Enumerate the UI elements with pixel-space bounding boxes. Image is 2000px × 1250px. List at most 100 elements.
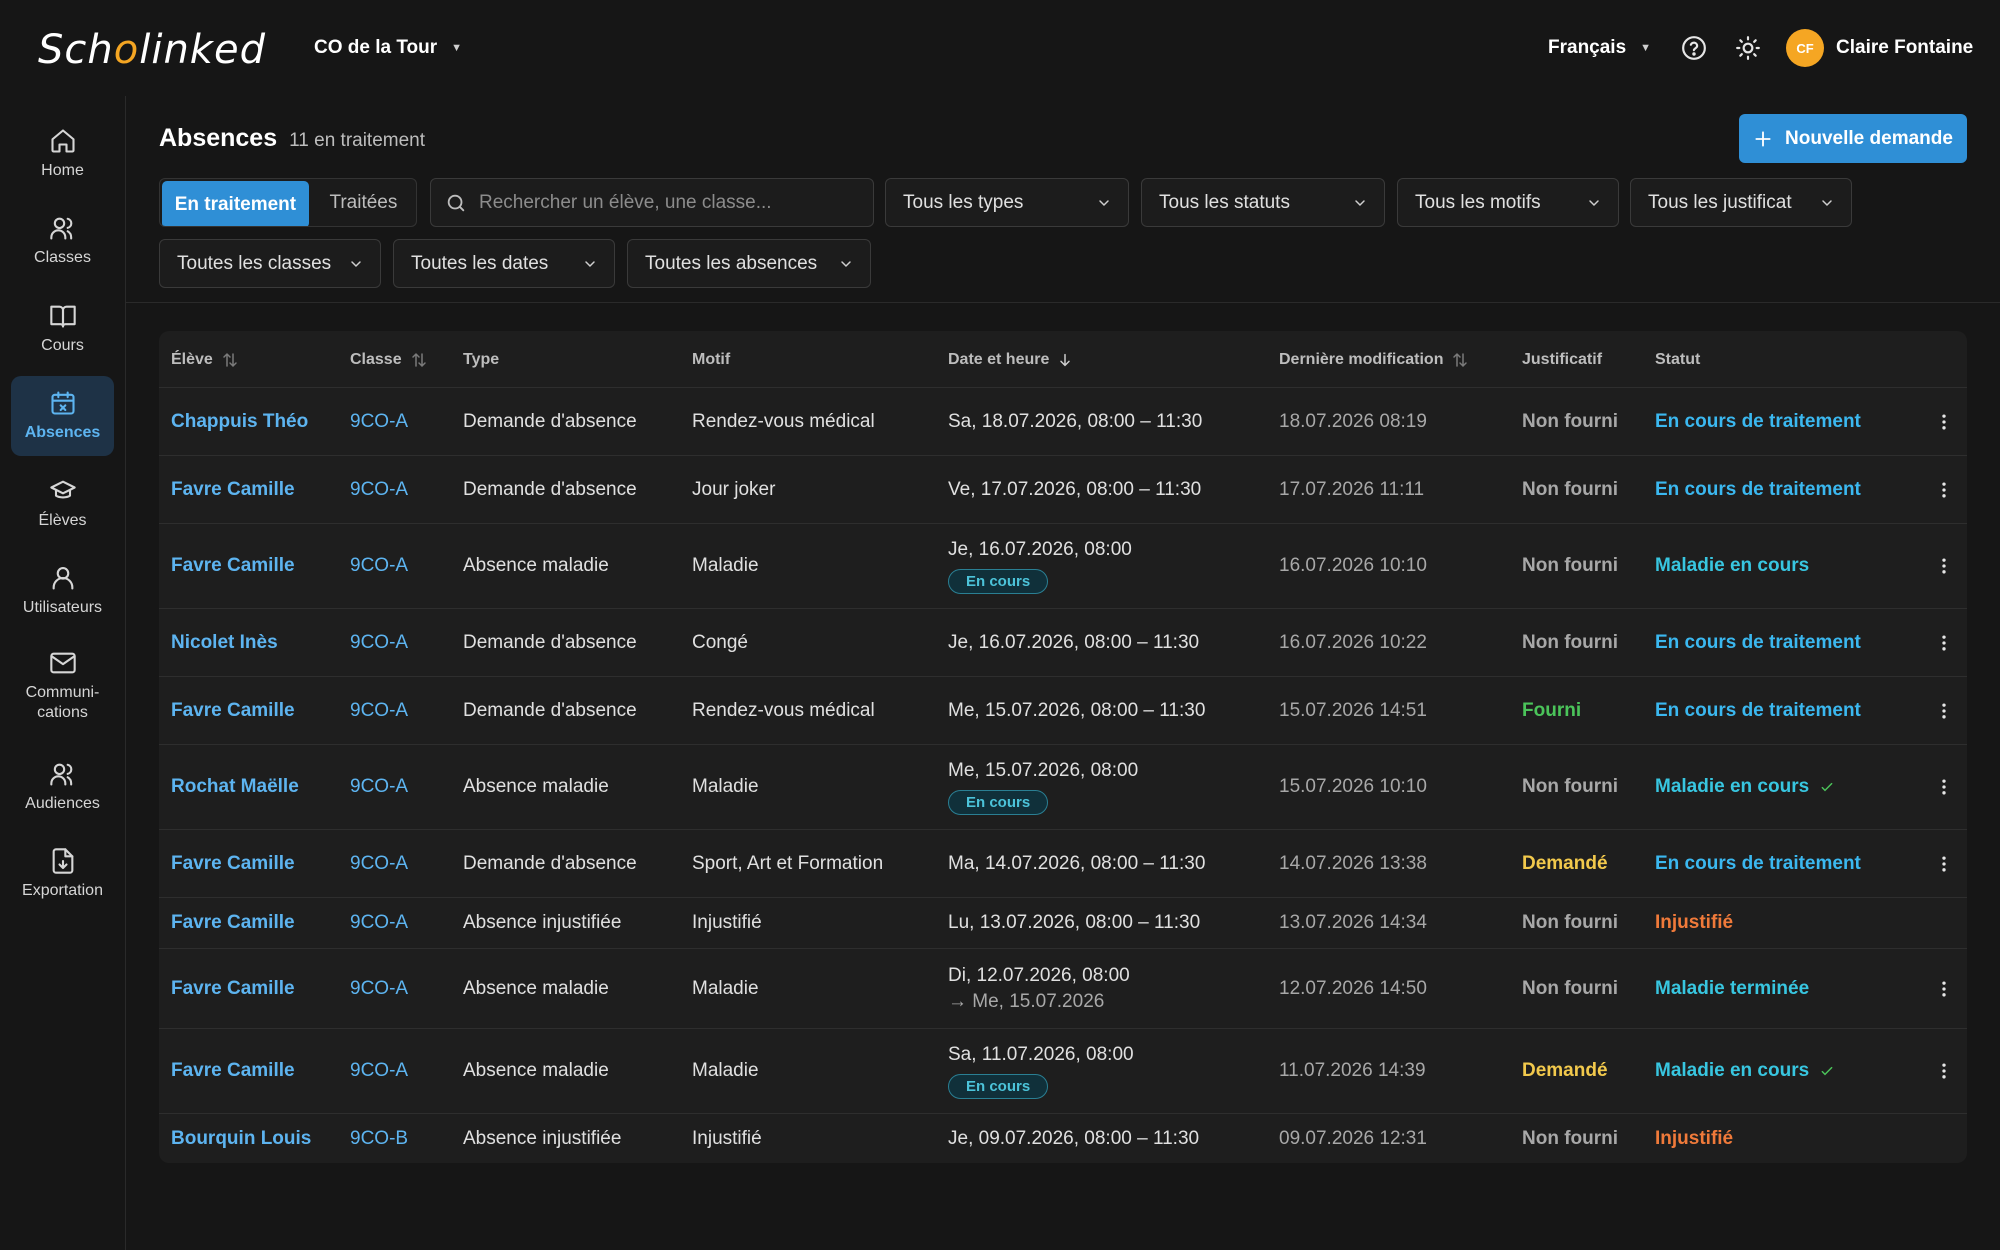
language-select[interactable]: Français ▼ [1548,32,1651,64]
table-header: Élève Classe Type Motif Date et heure De… [159,331,1967,388]
sidebar-item-classes[interactable]: Classes [11,201,114,281]
logo[interactable]: Scholinked [38,26,266,74]
student-link[interactable]: Favre Camille [171,677,295,744]
class-link[interactable]: 9CO-A [350,456,408,523]
tab-traitees[interactable]: Traitées [311,179,416,226]
justificatif-status: Non fourni [1522,410,1619,432]
column-label: Motif [692,350,731,368]
student-link[interactable]: Favre Camille [171,898,295,948]
row-menu-button[interactable] [1929,524,1959,608]
sidebar-item-eleves[interactable]: Élèves [11,464,114,544]
table-row[interactable]: Favre Camille 9CO-A Absence maladie Mala… [159,1029,1967,1114]
absence-motif: Injustifié [692,912,762,933]
tab-en-traitement[interactable]: En traitement [162,181,309,226]
column-modification[interactable]: Dernière modification [1279,331,1469,388]
student-link[interactable]: Favre Camille [171,524,295,608]
chevron-down-icon [1099,199,1109,206]
sidebar-item-label: Exportation [22,882,103,899]
new-request-label: Nouvelle demande [1785,127,1953,149]
status-label: Maladie en cours [1655,555,1810,576]
class-link[interactable]: 9CO-A [350,1029,408,1113]
search-field[interactable]: Rechercher un élève, une classe... [430,178,874,227]
table-row[interactable]: Bourquin Louis 9CO-B Absence injustifiée… [159,1114,1967,1163]
class-link[interactable]: 9CO-A [350,745,408,829]
sidebar-item-utilisateurs[interactable]: Utilisateurs [11,551,114,631]
help-icon[interactable] [1678,32,1710,64]
absence-type: Demande d'absence [463,478,637,500]
table-row[interactable]: Favre Camille 9CO-A Absence maladie Mala… [159,949,1967,1029]
caret-down-icon: ▼ [1640,42,1652,54]
class-link[interactable]: 9CO-B [350,1114,408,1163]
class-link[interactable]: 9CO-A [350,388,408,455]
filter-classes-dropdown[interactable]: Toutes les classes [159,239,381,288]
table-row[interactable]: Favre Camille 9CO-A Demande d'absence Jo… [159,456,1967,524]
justificatif-status: Fourni [1522,699,1582,721]
table-row[interactable]: Nicolet Inès 9CO-A Demande d'absence Con… [159,609,1967,677]
filter-types-dropdown[interactable]: Tous les types [885,178,1129,227]
justificatif-status: Non fourni [1522,1127,1619,1149]
filter-motifs-label: Tous les motifs [1415,191,1541,213]
class-link[interactable]: 9CO-A [350,524,408,608]
sidebar-item-communications[interactable]: Communi- cations [11,641,114,731]
student-link[interactable]: Bourquin Louis [171,1114,311,1163]
absence-date: Ve, 17.07.2026, 08:00 – 11:30 [948,456,1201,523]
status-label: Maladie terminée [1655,977,1810,999]
in-progress-badge: En cours [948,789,1049,815]
absence-count: 11 en traitement [289,130,426,151]
more-vertical-icon [1942,482,1946,497]
class-link[interactable]: 9CO-A [350,949,408,1028]
table-row[interactable]: Chappuis Théo 9CO-A Demande d'absence Re… [159,388,1967,456]
row-menu-button[interactable] [1929,745,1959,829]
user-menu[interactable]: CF Claire Fontaine [1786,28,1973,68]
row-menu-button[interactable] [1929,830,1959,897]
last-modified: 17.07.2026 11:11 [1279,478,1425,500]
status-label: En cours de traitement [1655,631,1861,653]
sidebar-item-audiences[interactable]: Audiences [11,747,114,827]
audience-icon [49,763,72,786]
column-classe[interactable]: Classe [350,331,428,388]
sidebar-item-absences[interactable]: Absences [11,376,114,456]
filter-dates-dropdown[interactable]: Toutes les dates [393,239,615,288]
class-link[interactable]: 9CO-A [350,609,408,676]
row-menu-button[interactable] [1929,677,1959,744]
new-request-button[interactable]: Nouvelle demande [1739,114,1967,163]
table-row[interactable]: Favre Camille 9CO-A Absence maladie Mala… [159,524,1967,609]
row-menu-button[interactable] [1929,456,1959,523]
sidebar: Home Classes Cours Absences Élèves Utili… [0,96,126,1250]
class-link[interactable]: 9CO-A [350,830,408,897]
absence-date: Je, 09.07.2026, 08:00 – 11:30 [948,1114,1199,1163]
filter-statuts-dropdown[interactable]: Tous les statuts [1141,178,1385,227]
student-link[interactable]: Nicolet Inès [171,609,278,676]
student-link[interactable]: Favre Camille [171,1029,295,1113]
student-link[interactable]: Rochat Maëlle [171,745,299,829]
table-row[interactable]: Favre Camille 9CO-A Demande d'absence Re… [159,677,1967,745]
last-modified: 12.07.2026 14:50 [1279,977,1427,999]
filter-absences-dropdown[interactable]: Toutes les absences [627,239,871,288]
column-date[interactable]: Date et heure [948,331,1073,388]
class-link[interactable]: 9CO-A [350,898,408,948]
table-row[interactable]: Rochat Maëlle 9CO-A Absence maladie Mala… [159,745,1967,830]
row-menu-button[interactable] [1929,949,1959,1028]
table-row[interactable]: Favre Camille 9CO-A Demande d'absence Sp… [159,830,1967,898]
sidebar-item-home[interactable]: Home [11,114,114,194]
table-row[interactable]: Favre Camille 9CO-A Absence injustifiée … [159,898,1967,949]
student-link[interactable]: Favre Camille [171,830,295,897]
school-select[interactable]: CO de la Tour ▼ [314,32,462,64]
date-text: Je, 09.07.2026, 08:00 – 11:30 [948,1127,1200,1149]
graduation-cap-icon [49,480,76,499]
student-link[interactable]: Favre Camille [171,949,295,1028]
filter-justificatifs-dropdown[interactable]: Tous les justificat [1630,178,1852,227]
row-menu-button[interactable] [1929,1029,1959,1113]
row-menu-button[interactable] [1929,388,1959,455]
sun-icon[interactable] [1732,32,1764,64]
column-motif: Motif [692,331,730,388]
sidebar-item-exportation[interactable]: Exportation [11,834,114,914]
chevron-down-icon [585,260,595,267]
student-link[interactable]: Favre Camille [171,456,295,523]
filter-motifs-dropdown[interactable]: Tous les motifs [1397,178,1619,227]
class-link[interactable]: 9CO-A [350,677,408,744]
row-menu-button[interactable] [1929,609,1959,676]
column-eleve[interactable]: Élève [171,331,239,388]
student-link[interactable]: Chappuis Théo [171,388,308,455]
sidebar-item-cours[interactable]: Cours [11,289,114,369]
